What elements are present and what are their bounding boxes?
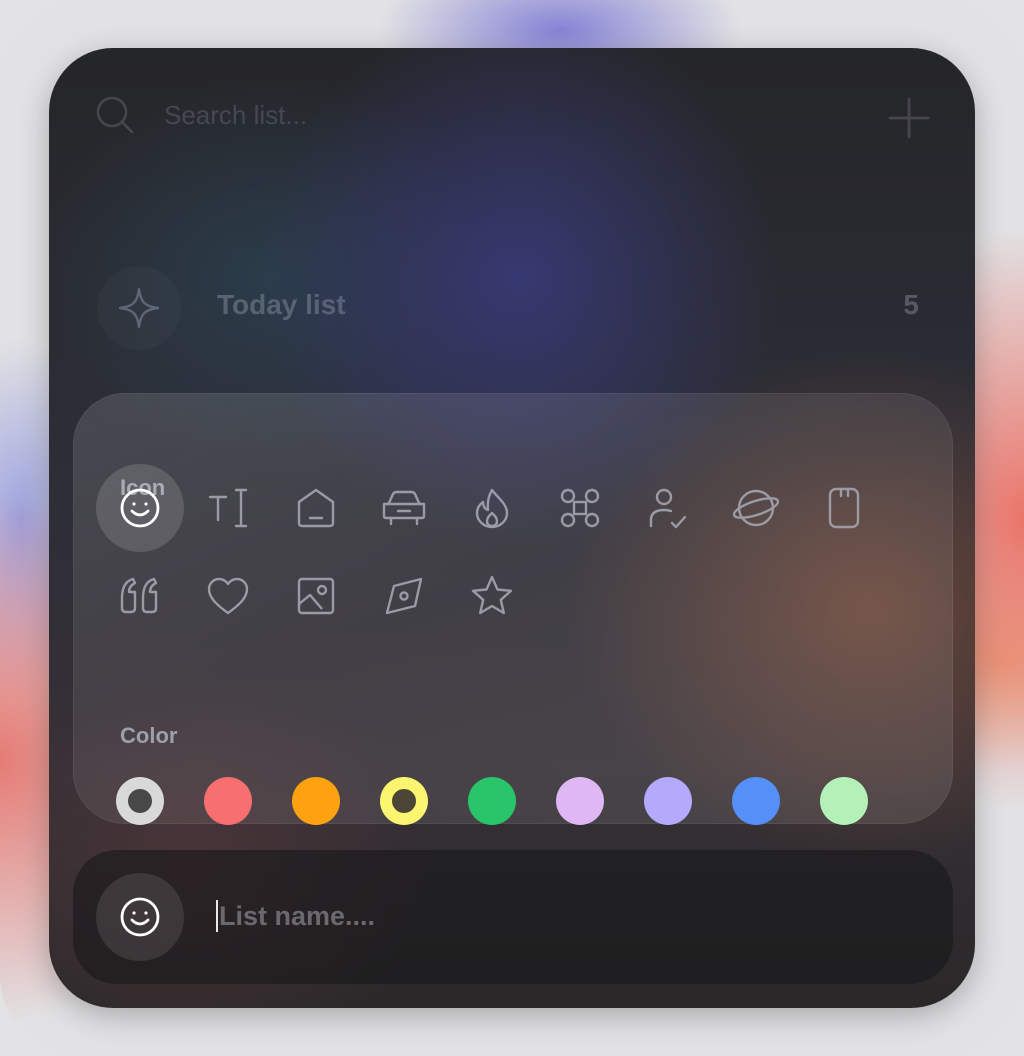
search-input[interactable]: Search list... (164, 100, 307, 131)
color-swatch-orange[interactable] (292, 777, 340, 825)
color-swatch-yellow[interactable] (380, 777, 428, 825)
icon-option-image[interactable] (272, 552, 360, 640)
icon-option-smiley[interactable] (96, 464, 184, 552)
planet-icon (732, 489, 780, 527)
star-icon (471, 575, 513, 615)
heart-icon (207, 577, 249, 615)
flame-icon (475, 488, 509, 529)
color-swatch-lilac[interactable] (556, 777, 604, 825)
command-icon (560, 488, 600, 528)
icon-option-car[interactable] (360, 464, 448, 552)
icon-color-picker: Icon Color (73, 393, 953, 825)
search-icon[interactable] (95, 95, 135, 135)
icon-option-planet[interactable] (712, 464, 800, 552)
search-bar[interactable]: Search list... (49, 48, 975, 188)
list-name-input[interactable] (219, 894, 899, 938)
icon-option-flame[interactable] (448, 464, 536, 552)
icon-option-quote[interactable] (96, 552, 184, 640)
list-item-label: Today list (217, 289, 346, 320)
color-swatch-mint[interactable] (820, 777, 868, 825)
icon-option-user-check[interactable] (624, 464, 712, 552)
color-swatch-gray[interactable] (116, 777, 164, 825)
compass-icon (385, 577, 423, 615)
color-swatch-red[interactable] (204, 777, 252, 825)
icon-option-text[interactable] (184, 464, 272, 552)
smiley-icon (120, 488, 160, 528)
lists-card: Search list... Today list 5 Icon Color L… (49, 48, 975, 1008)
list-icon-button[interactable] (96, 873, 184, 961)
selected-indicator (392, 789, 416, 813)
quote-icon (120, 577, 158, 614)
plus-icon[interactable] (887, 96, 931, 140)
image-icon (297, 577, 335, 615)
window-frame: Search list... Today list 5 Icon Color L… (0, 0, 1024, 1056)
icon-option-star[interactable] (448, 552, 536, 640)
icon-option-home[interactable] (272, 464, 360, 552)
sd-card-icon (828, 487, 860, 529)
icon-option-heart[interactable] (184, 552, 272, 640)
icon-option-sd-card[interactable] (800, 464, 888, 552)
car-icon (382, 490, 426, 526)
list-item-count: 5 (903, 289, 919, 320)
list-item-today[interactable]: Today list 5 (75, 244, 949, 372)
color-section-label: Color (120, 723, 178, 748)
today-icon-badge (97, 266, 181, 350)
color-swatch-blue[interactable] (732, 777, 780, 825)
color-swatch-lavender[interactable] (644, 777, 692, 825)
text-caret (216, 900, 218, 932)
smiley-icon (120, 897, 160, 937)
text-cursor-icon (208, 488, 248, 528)
user-check-icon (649, 488, 687, 529)
icon-option-compass[interactable] (360, 552, 448, 640)
icon-option-command[interactable] (536, 464, 624, 552)
sparkle-icon (118, 287, 160, 329)
list-name-bar (73, 850, 953, 984)
home-icon (297, 488, 335, 528)
selected-indicator (128, 789, 152, 813)
color-swatch-green[interactable] (468, 777, 516, 825)
